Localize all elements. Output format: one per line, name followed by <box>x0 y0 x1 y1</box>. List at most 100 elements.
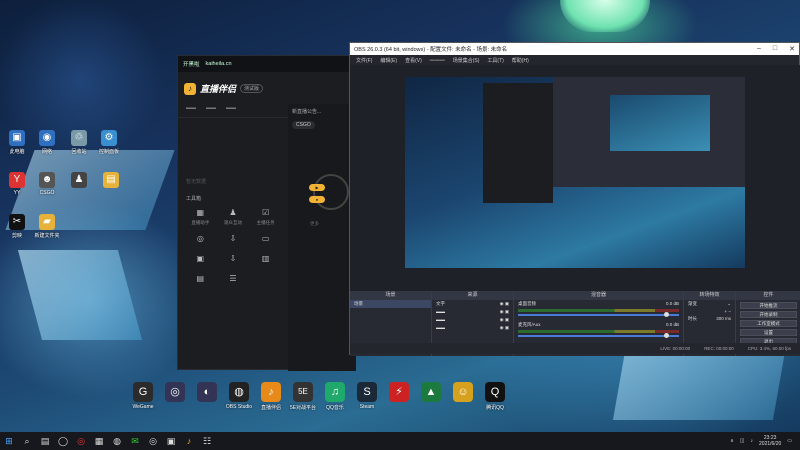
preview-canvas[interactable] <box>405 77 745 268</box>
scene-item[interactable]: 场景 <box>350 300 431 308</box>
volume-slider[interactable] <box>518 312 679 317</box>
desktop-icon[interactable]: ♲ 回收站 <box>64 130 94 155</box>
tool-item[interactable]: ◎ <box>184 234 217 246</box>
desktop-icon[interactable]: ◍ OBS Studio <box>222 382 256 410</box>
desktop-icon[interactable]: ▣ 此电脑 <box>2 130 32 155</box>
menu-scene-collection[interactable]: 场景集合(S) <box>453 57 480 64</box>
desktop-icon[interactable]: G WeGame <box>126 382 160 410</box>
desktop-icon[interactable]: ☻ CSGO <box>32 172 62 196</box>
tool-item[interactable]: ▤ <box>184 274 217 286</box>
wegame-icon: G <box>133 382 153 402</box>
transition-duration[interactable]: 时长 300 ms <box>684 315 735 323</box>
taskbar-app-icon[interactable]: ☷ <box>198 432 216 450</box>
source-item[interactable]: ▬▬ ◉ ▣ <box>432 316 513 324</box>
tool-item[interactable]: ⇩ <box>217 234 250 246</box>
desktop-icon[interactable]: ♫ QQ音乐 <box>318 382 352 411</box>
task-view-icon[interactable]: ▤ <box>36 432 54 450</box>
settings-button[interactable]: 设置 <box>740 329 797 336</box>
live-status: LIVE: 00:00:00 <box>660 346 691 351</box>
start-streaming-button[interactable]: 开始推流 <box>740 302 797 309</box>
desktop-icon[interactable]: ♪ 直播伴侣 <box>254 382 288 411</box>
source-item[interactable]: ▬▬ ◉ ▣ <box>432 308 513 316</box>
desktop-icon[interactable]: ◎ <box>158 382 192 402</box>
desktop-icon[interactable]: ▲ <box>414 382 448 402</box>
tool-item[interactable]: ☑ 主播任务 <box>249 208 282 226</box>
tool-item[interactable]: ▦ 直播助手 <box>184 208 217 226</box>
start-icon[interactable]: ⊞ <box>0 432 18 450</box>
volume-tray-icon[interactable]: ♪ <box>751 438 754 444</box>
eye-icon[interactable]: ◉ ▣ <box>500 317 509 323</box>
notification-icon[interactable]: ▭ <box>787 438 792 444</box>
companion-tab[interactable]: ▬▬ <box>186 105 196 111</box>
companion-tab[interactable]: ▬▬ <box>226 105 236 111</box>
mixer-channel: 麦克风/Aux 0.0 dB <box>514 321 683 338</box>
tray-arrow-icon[interactable]: ∧ <box>730 438 734 444</box>
game-chip[interactable]: CSGO <box>292 121 315 129</box>
qq-icon: Q <box>485 382 505 402</box>
desktop-icon[interactable]: ⚡ <box>382 382 416 402</box>
transition-select[interactable]: 渐变 ⌄ <box>684 300 735 308</box>
eye-icon[interactable]: ◉ ▣ <box>500 325 509 331</box>
tool-item[interactable]: ▣ <box>184 254 217 266</box>
menu-tools[interactable]: 工具(T) <box>487 57 503 64</box>
cpu-status: CPU: 3.4%, 60.00 fps <box>747 346 791 351</box>
desktop-icon[interactable]: Y YY <box>2 172 32 196</box>
preview-nested-companion <box>483 83 553 203</box>
search-icon[interactable]: ⌕ <box>18 432 36 450</box>
tool-item[interactable]: ▭ <box>249 234 282 246</box>
clock[interactable]: 23:23 2021/6/20 <box>759 435 781 447</box>
obs-preview[interactable] <box>350 65 800 291</box>
taskbar-app-icon[interactable]: ◎ <box>72 432 90 450</box>
live-companion-window[interactable]: 开黑啦 kaiheila.cn ♪ 直播伴侣 测试版 ▬▬ ▬▬ ▬▬ + 暂无… <box>177 55 356 371</box>
tool-item[interactable]: ♟ 观众互动 <box>217 208 250 226</box>
maximize-icon[interactable]: □ <box>773 45 777 53</box>
volume-slider[interactable] <box>518 333 679 338</box>
taskbar-app-icon[interactable]: ◎ <box>144 432 162 450</box>
taskbar-app-icon[interactable]: ◍ <box>108 432 126 450</box>
desktop-icon[interactable]: ▰ 新建文件夹 <box>32 214 62 239</box>
desktop-icon[interactable]: S Steam <box>350 382 384 410</box>
companion-version-badge[interactable]: 测试版 <box>240 84 264 93</box>
desktop-icon[interactable]: ♟ <box>64 172 94 188</box>
desktop-icon[interactable]: ⚙ 控制面板 <box>94 130 124 155</box>
tool-item[interactable]: ⇩ <box>217 254 250 266</box>
companion-pill[interactable]: ▶ <box>309 184 325 191</box>
eye-icon[interactable]: ◉ ▣ <box>500 309 509 315</box>
obs-window[interactable]: OBS 26.0.3 (64 bit, windows) - 配置文件: 未命名… <box>349 42 800 356</box>
menu-edit[interactable]: 编辑(E) <box>380 57 397 64</box>
close-icon[interactable]: ✕ <box>789 45 795 53</box>
source-item[interactable]: ▬▬ ◉ ▣ <box>432 324 513 332</box>
desktop-icon[interactable]: ☺ <box>446 382 480 402</box>
menu-help[interactable]: 帮助(H) <box>512 57 529 64</box>
network-tray-icon[interactable]: ◫ <box>740 438 745 444</box>
desktop-icon[interactable]: ◉ 网络 <box>32 130 62 155</box>
companion-pill[interactable]: ● <box>309 196 325 203</box>
studio-mode-button[interactable]: 工作室模式 <box>740 320 797 327</box>
transition-add-remove[interactable]: + − <box>684 308 735 315</box>
menu-profile[interactable]: ▬▬▬ <box>430 57 445 63</box>
companion-tab[interactable]: ▬▬ <box>206 105 216 111</box>
taskbar-app-icon[interactable]: ♪ <box>180 432 198 450</box>
desktop-icon[interactable]: 5E 5E对战平台 <box>286 382 320 411</box>
start-recording-button[interactable]: 开始录制 <box>740 311 797 318</box>
desktop-icon[interactable]: Q 腾讯QQ <box>478 382 512 411</box>
wechat-icon[interactable]: ✉ <box>126 432 144 450</box>
tool-item[interactable]: ▥ <box>249 254 282 266</box>
companion-top-url[interactable]: kaiheila.cn <box>206 61 232 67</box>
desktop-icon-label: 腾讯QQ <box>486 405 504 411</box>
menu-view[interactable]: 查看(V) <box>405 57 422 64</box>
source-item[interactable]: 文字 ◉ ▣ <box>432 300 513 308</box>
eye-icon[interactable]: ◉ ▣ <box>500 301 509 307</box>
tool-icon: ⇩ <box>229 234 237 243</box>
taskbar-app-icon[interactable]: ▦ <box>90 432 108 450</box>
companion-start-ring[interactable]: ▶ ● <box>309 174 349 210</box>
minimize-icon[interactable]: – <box>757 45 761 53</box>
preview-nested-preview <box>610 95 710 151</box>
obs-taskbar-icon[interactable]: ▣ <box>162 432 180 450</box>
taskbar-app-icon[interactable]: ◯ <box>54 432 72 450</box>
desktop-icon[interactable]: ✂ 剪映 <box>2 214 32 239</box>
menu-file[interactable]: 文件(F) <box>356 57 372 64</box>
tool-item[interactable]: ☰ <box>217 274 250 286</box>
desktop-icon[interactable]: ◐ <box>190 382 224 402</box>
desktop-icon[interactable]: ▤ <box>96 172 126 188</box>
